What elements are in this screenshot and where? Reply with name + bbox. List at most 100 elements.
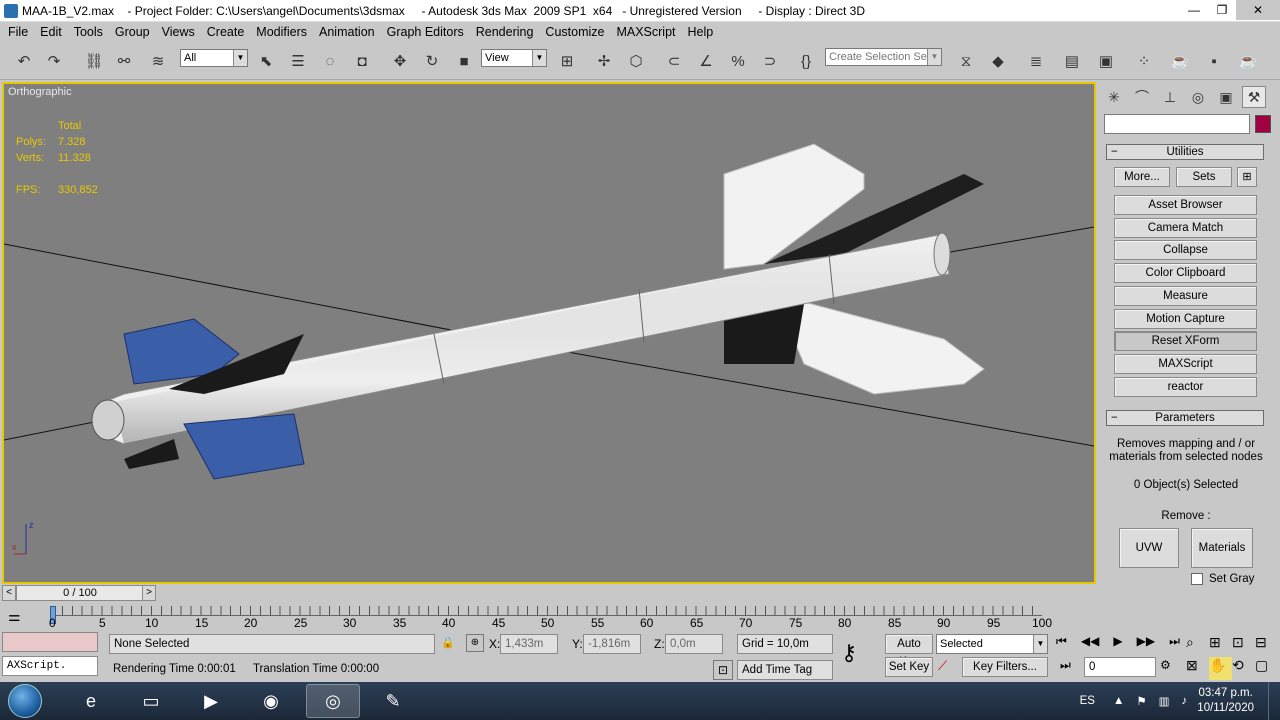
utility-collapse-button[interactable]: Collapse: [1114, 240, 1257, 260]
show-hidden-icons-icon[interactable]: ▲: [1113, 695, 1124, 707]
utilities-rollout-header[interactable]: − Utilities: [1106, 144, 1264, 160]
x-coordinate-field[interactable]: 1,433m: [500, 634, 558, 654]
percent-snap-icon[interactable]: %: [726, 50, 750, 72]
menu-rendering[interactable]: Rendering: [476, 25, 534, 39]
time-slider[interactable]: 0 / 100: [16, 585, 144, 601]
language-indicator[interactable]: ES: [1080, 695, 1095, 707]
display-tab-icon[interactable]: ▣: [1214, 86, 1238, 108]
menu-modifiers[interactable]: Modifiers: [256, 25, 307, 39]
network-icon[interactable]: ▥: [1159, 694, 1170, 708]
select-and-link-icon[interactable]: ⛓: [82, 50, 106, 72]
track-bar[interactable]: ⚌ 0 5 10 15 20 25 30 35 40 45 50 55 60 6…: [0, 604, 1098, 630]
menu-tools[interactable]: Tools: [74, 25, 103, 39]
z-coordinate-field[interactable]: 0,0m: [665, 634, 723, 654]
key-filters-button[interactable]: Key Filters...: [962, 657, 1048, 677]
bind-space-warp-icon[interactable]: ≋: [146, 50, 170, 72]
object-name-field[interactable]: [1104, 114, 1250, 134]
field-of-view-icon[interactable]: ⊠: [1186, 657, 1209, 680]
align-icon[interactable]: ◆: [986, 50, 1010, 72]
menu-edit[interactable]: Edit: [40, 25, 62, 39]
zoom-all-icon[interactable]: ⊞: [1209, 634, 1232, 657]
minimize-button[interactable]: —: [1180, 0, 1208, 20]
menu-graph-editors[interactable]: Graph Editors: [387, 25, 464, 39]
sets-button[interactable]: Sets: [1176, 167, 1232, 187]
configure-button-sets-icon[interactable]: ⊞: [1237, 167, 1257, 187]
utility-reset-xform-button[interactable]: Reset XForm: [1114, 331, 1257, 351]
modify-tab-icon[interactable]: ⌒: [1130, 86, 1154, 108]
edit-named-selection-icon[interactable]: {}: [794, 50, 818, 72]
set-gray-checkbox[interactable]: [1191, 573, 1203, 585]
select-and-manipulate-icon[interactable]: ✢: [592, 50, 616, 72]
key-mode-dropdown[interactable]: Selected ▼: [936, 634, 1048, 654]
parameters-rollout-header[interactable]: − Parameters: [1106, 410, 1264, 426]
paint-taskbar-icon[interactable]: ✎: [366, 684, 420, 718]
utility-maxscript-button[interactable]: MAXScript: [1114, 354, 1257, 374]
selection-lock-icon[interactable]: 🔒: [441, 636, 455, 649]
close-button[interactable]: ✕: [1236, 0, 1280, 20]
mirror-icon[interactable]: ⧖: [954, 50, 978, 72]
create-tab-icon[interactable]: ✳: [1102, 86, 1126, 108]
key-icon[interactable]: ⟋: [938, 658, 958, 678]
open-mini-curve-editor-icon[interactable]: ⚌: [8, 608, 32, 626]
firefox-icon[interactable]: ◉: [244, 684, 298, 718]
utility-motion-capture-button[interactable]: Motion Capture: [1114, 309, 1257, 329]
select-by-name-icon[interactable]: ☰: [286, 50, 310, 72]
utility-measure-button[interactable]: Measure: [1114, 286, 1257, 306]
render-setup-icon[interactable]: ☕: [1168, 50, 1192, 72]
utility-color-clipboard-button[interactable]: Color Clipboard: [1114, 263, 1257, 283]
show-desktop-button[interactable]: [1268, 682, 1280, 720]
zoom-extents-icon[interactable]: ⊡: [1232, 634, 1255, 657]
key-mode-toggle-icon[interactable]: ⏭: [1060, 658, 1071, 673]
undo-icon[interactable]: ↶: [12, 50, 36, 72]
menu-customize[interactable]: Customize: [545, 25, 604, 39]
maxscript-mini-listener-top[interactable]: [2, 632, 98, 652]
time-configuration-icon[interactable]: ⚙: [1160, 658, 1171, 672]
auto-key-button[interactable]: Auto Key: [885, 634, 933, 668]
previous-frame-icon[interactable]: ◀◀: [1081, 634, 1099, 654]
start-button[interactable]: [8, 684, 42, 718]
menu-maxscript[interactable]: MAXScript: [616, 25, 675, 39]
time-tag-icon[interactable]: ⊡: [713, 660, 733, 680]
file-explorer-icon[interactable]: ▭: [124, 684, 178, 718]
material-editor-icon[interactable]: ⁘: [1132, 50, 1156, 72]
add-time-tag[interactable]: Add Time Tag: [737, 660, 833, 680]
remove-uvw-button[interactable]: UVW: [1119, 528, 1179, 568]
clock[interactable]: 03:47 p.m. 10/11/2020: [1197, 686, 1254, 716]
keyboard-shortcut-override-icon[interactable]: ⬡: [624, 50, 648, 72]
menu-help[interactable]: Help: [688, 25, 714, 39]
media-player-icon[interactable]: ▶: [184, 684, 238, 718]
quick-render-icon[interactable]: ☕: [1236, 50, 1260, 72]
select-and-scale-icon[interactable]: ■: [452, 50, 476, 72]
utilities-tab-icon[interactable]: ⚒: [1242, 86, 1266, 108]
set-key-button[interactable]: Set Key: [885, 657, 933, 677]
schematic-view-icon[interactable]: ▣: [1094, 50, 1118, 72]
volume-icon[interactable]: ♪: [1182, 695, 1188, 707]
more-button[interactable]: More...: [1114, 167, 1170, 187]
maxscript-mini-listener[interactable]: AXScript.: [2, 656, 98, 676]
menu-views[interactable]: Views: [162, 25, 195, 39]
viewport-orthographic[interactable]: Orthographic Total Polys: 7.328 Verts: 11.…: [2, 82, 1096, 584]
zoom-icon[interactable]: ⌕: [1186, 634, 1209, 657]
next-frame-icon[interactable]: ▶▶: [1137, 634, 1155, 654]
absolute-mode-icon[interactable]: ⊕: [466, 634, 484, 652]
go-to-end-icon[interactable]: ⏭: [1169, 634, 1180, 654]
internet-explorer-icon[interactable]: e: [64, 684, 118, 718]
zoom-extents-all-icon[interactable]: ⊟: [1255, 634, 1278, 657]
3ds-max-taskbar-icon[interactable]: ◎: [306, 684, 360, 718]
app-icon[interactable]: [4, 3, 18, 18]
current-frame-field[interactable]: 0: [1084, 657, 1156, 677]
pivot-center-icon[interactable]: ⊞: [555, 50, 579, 72]
remove-materials-button[interactable]: Materials: [1191, 528, 1253, 568]
snap-toggle-icon[interactable]: ⊂: [662, 50, 686, 72]
set-key-mode-key-icon[interactable]: ⚷: [841, 640, 857, 666]
maximize-button[interactable]: ❐: [1208, 0, 1236, 20]
spinner-snap-icon[interactable]: ⊃: [758, 50, 782, 72]
menu-create[interactable]: Create: [207, 25, 245, 39]
curve-editor-icon[interactable]: ▤: [1060, 50, 1084, 72]
object-color-swatch[interactable]: [1255, 115, 1271, 133]
selection-filter-dropdown[interactable]: All ▼: [180, 49, 248, 67]
motion-tab-icon[interactable]: ◎: [1186, 86, 1210, 108]
utility-camera-match-button[interactable]: Camera Match: [1114, 218, 1257, 238]
orbit-icon[interactable]: ⟲: [1232, 657, 1255, 680]
named-selection-sets-dropdown[interactable]: Create Selection Set ▼: [825, 48, 942, 66]
